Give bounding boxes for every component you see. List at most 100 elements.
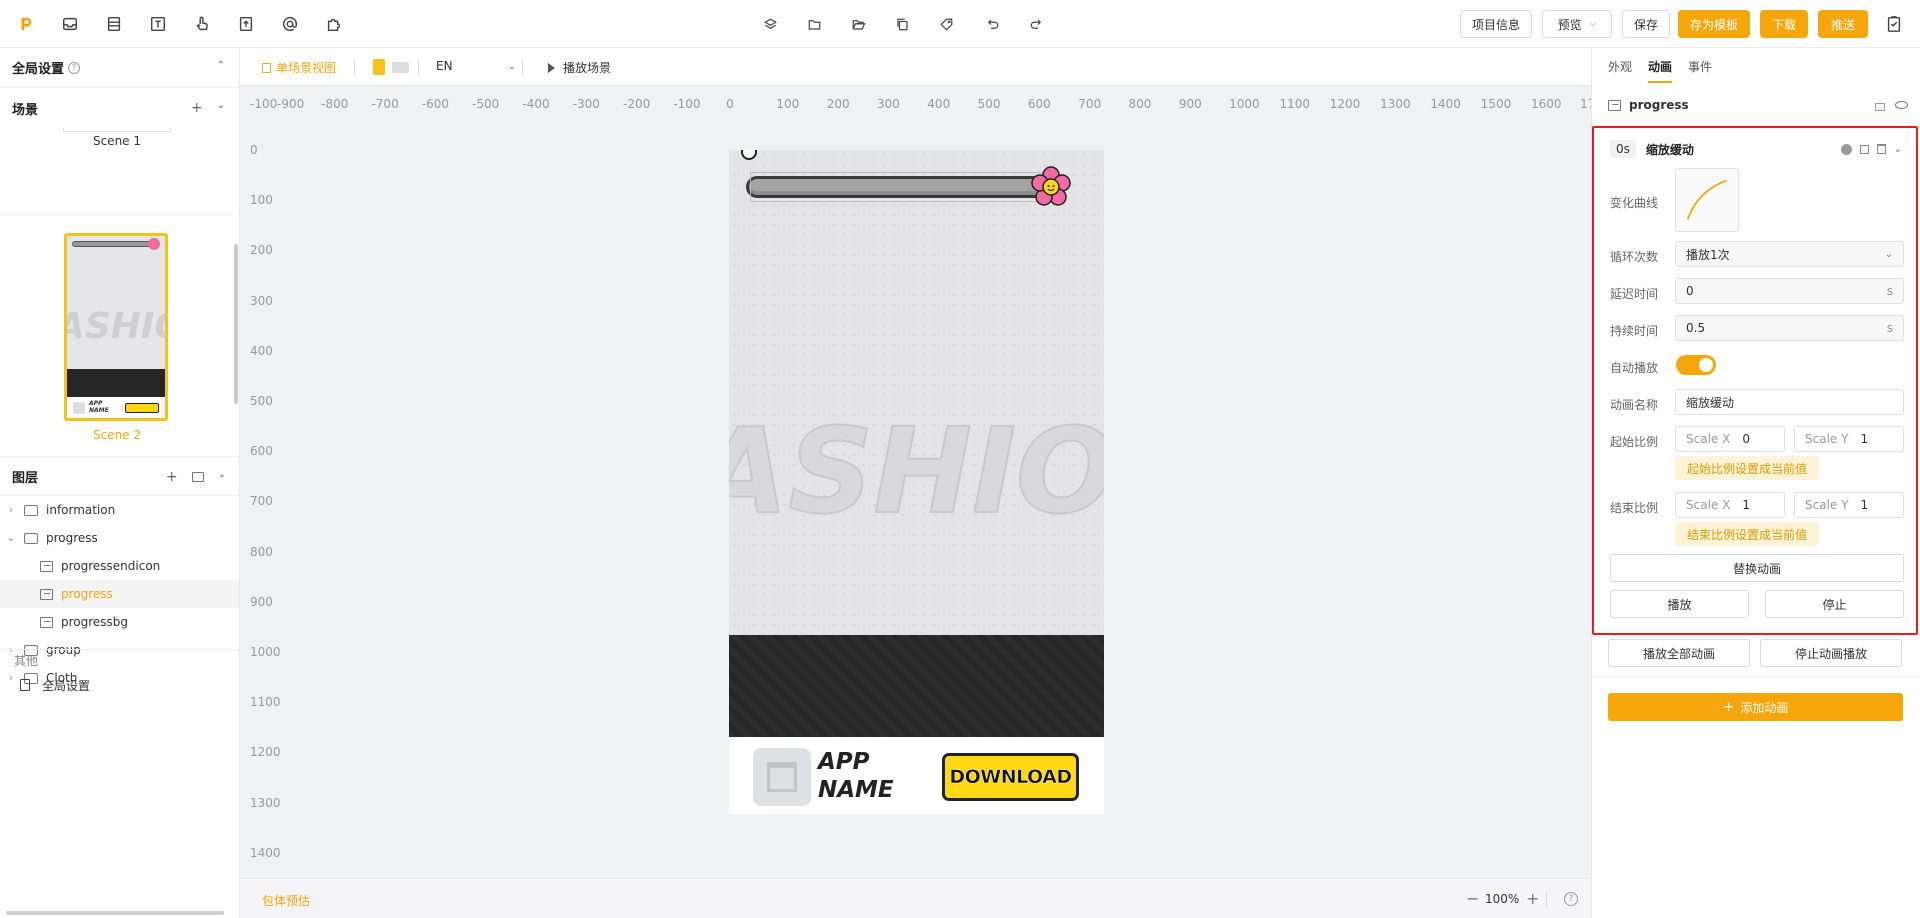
checklist-icon[interactable] (1884, 14, 1904, 34)
ruler-y-tick: 500 (250, 394, 273, 408)
stop-animation-button[interactable]: 停止 (1765, 590, 1904, 618)
autoplay-toggle[interactable] (1676, 355, 1716, 375)
lock-icon[interactable] (1875, 103, 1885, 111)
download-cta-button[interactable]: DOWNLOAD (942, 753, 1079, 801)
undo-icon[interactable] (982, 14, 1002, 34)
delay-unit: s (1886, 284, 1893, 298)
play-animation-button[interactable]: 播放 (1610, 590, 1749, 618)
duplicate-icon[interactable] (1859, 144, 1869, 154)
package-estimate-link[interactable]: 包体预估 (262, 892, 310, 909)
chevron-down-icon[interactable]: ⌄ (1894, 144, 1902, 155)
preview-dropdown[interactable]: 预览 ⌵ (1542, 10, 1612, 38)
add-folder-icon[interactable] (191, 472, 204, 482)
end-scale-y-input[interactable]: Scale Y 1 (1794, 492, 1904, 518)
save-button[interactable]: 保存 (1622, 10, 1670, 38)
chevron-down-icon[interactable]: ⌄ (217, 100, 225, 116)
start-set-current-button[interactable]: 起始比例设置成当前值 (1675, 456, 1820, 480)
easing-curve-preview[interactable] (1675, 168, 1739, 232)
copy-icon[interactable] (892, 14, 912, 34)
play-scene-button[interactable]: 播放场景 (548, 59, 611, 76)
ruler-x-tick: -800 (321, 97, 349, 111)
tab-animation[interactable]: 动画 (1648, 58, 1673, 83)
anim-name-input[interactable]: 缩放缓动 (1675, 389, 1904, 415)
trash-icon[interactable] (1876, 144, 1886, 154)
folder-icon[interactable] (804, 14, 824, 34)
scene-1-thumbnail[interactable] (63, 128, 171, 132)
end-set-current-button[interactable]: 结束比例设置成当前值 (1675, 522, 1820, 546)
layer-item-progress-folder[interactable]: ⌄ progress (0, 524, 239, 552)
puzzle-icon[interactable] (324, 14, 344, 34)
play-all-animations-button[interactable]: 播放全部动画 (1608, 639, 1750, 667)
zoom-in-button[interactable]: + (1526, 889, 1539, 908)
ruler-x-tick: 800 (1128, 97, 1152, 111)
tab-events[interactable]: 事件 (1688, 58, 1712, 83)
replace-animation-button[interactable]: 替换动画 (1610, 554, 1904, 582)
project-info-button[interactable]: 项目信息 (1460, 10, 1532, 38)
scene-scrollbar[interactable] (234, 244, 238, 404)
global-settings-item[interactable]: 全局设置 (0, 671, 239, 699)
chevron-right-icon[interactable]: › (6, 505, 16, 516)
play-circle-icon[interactable] (1840, 143, 1852, 155)
layers-icon[interactable] (760, 14, 780, 34)
file-upload-icon[interactable] (236, 14, 256, 34)
delay-input[interactable]: 0 s (1675, 278, 1904, 304)
add-scene-icon[interactable]: + (191, 100, 203, 116)
tag-icon[interactable] (936, 14, 956, 34)
ruler-y-tick: 1200 (250, 745, 281, 760)
chevron-up-icon[interactable]: ⌃ (217, 60, 225, 71)
single-scene-view-toggle[interactable]: 单场景视图 (262, 59, 336, 76)
chevron-down-icon[interactable]: ⌄ (218, 469, 226, 485)
hand-pointer-icon[interactable] (192, 14, 212, 34)
scene-2-label[interactable]: Scene 2 (0, 428, 234, 442)
add-animation-button[interactable]: + 添加动画 (1608, 693, 1903, 721)
download-button[interactable]: 下载 (1760, 10, 1808, 38)
layer-item-progressbg[interactable]: progressbg (0, 608, 239, 636)
layer-item-progressendicon[interactable]: progressendicon (0, 552, 239, 580)
landscape-orientation-button[interactable] (392, 62, 409, 73)
loop-select[interactable]: 播放1次 ⌄ (1675, 241, 1904, 267)
start-scale-x-input[interactable]: Scale X 0 (1675, 426, 1785, 452)
global-settings-label: 全局设置 (42, 678, 91, 693)
ruler-x-tick: -200 (623, 97, 651, 111)
chevron-down-icon[interactable]: ⌄ (6, 533, 16, 544)
save-template-button[interactable]: 存为模板 (1678, 10, 1750, 38)
redo-icon[interactable] (1026, 14, 1046, 34)
end-scale-x-input[interactable]: Scale X 1 (1675, 492, 1785, 518)
ruler-y-tick: 0 (250, 143, 258, 157)
scene-artboard[interactable]: ASHIO APP NAME DOWNLOAD (729, 150, 1104, 814)
add-layer-icon[interactable]: + (166, 469, 178, 485)
canvas-subbar: 单场景视图 EN ⌄ 播放场景 (240, 48, 1591, 86)
language-select[interactable]: EN ⌄ (436, 59, 516, 73)
thumb-flower-icon (148, 238, 160, 250)
layers-title: 图层 (12, 470, 39, 486)
anim-header[interactable]: 0s 缩放缓动 ⌄ (1610, 138, 1902, 160)
flower-end-icon[interactable] (1030, 166, 1072, 208)
logo-icon[interactable] (16, 14, 36, 34)
tab-appearance[interactable]: 外观 (1608, 58, 1632, 83)
zoom-out-button[interactable]: − (1466, 889, 1479, 908)
left-h-scrollbar[interactable] (6, 911, 224, 915)
layers-stack-icon[interactable] (104, 14, 124, 34)
rotate-handle-icon[interactable] (741, 150, 757, 160)
help-icon[interactable]: ? (1564, 892, 1578, 906)
help-icon[interactable]: ? (68, 61, 81, 74)
folder-open-icon[interactable] (848, 14, 868, 34)
inbox-icon[interactable] (60, 14, 80, 34)
layer-item-progress-selected[interactable]: progress (0, 580, 239, 608)
duration-input[interactable]: 0.5 s (1675, 315, 1904, 341)
right-panel: 外观 动画 事件 progress 0s 缩放缓动 ⌄ 变化曲线 循环次数 播放… (1591, 48, 1920, 918)
layer-item-information[interactable]: › information (0, 496, 239, 524)
push-button[interactable]: 推送 (1818, 10, 1868, 38)
at-sign-icon[interactable] (280, 14, 300, 34)
scene-2-thumbnail[interactable]: ASHIO APPNAME (64, 233, 168, 421)
global-settings-header[interactable]: 全局设置 ? ⌃ (0, 48, 239, 88)
autoplay-label: 自动播放 (1610, 361, 1659, 375)
fashion-watermark-text: ASHIO (729, 402, 1104, 540)
stop-all-animations-button[interactable]: 停止动画播放 (1760, 639, 1902, 667)
end-scale-x-value: 1 (1742, 498, 1750, 512)
eye-icon[interactable] (1895, 101, 1908, 109)
text-icon[interactable] (148, 14, 168, 34)
portrait-orientation-button[interactable] (373, 59, 385, 75)
loop-value: 播放1次 (1686, 247, 1730, 262)
start-scale-y-input[interactable]: Scale Y 1 (1794, 426, 1904, 452)
